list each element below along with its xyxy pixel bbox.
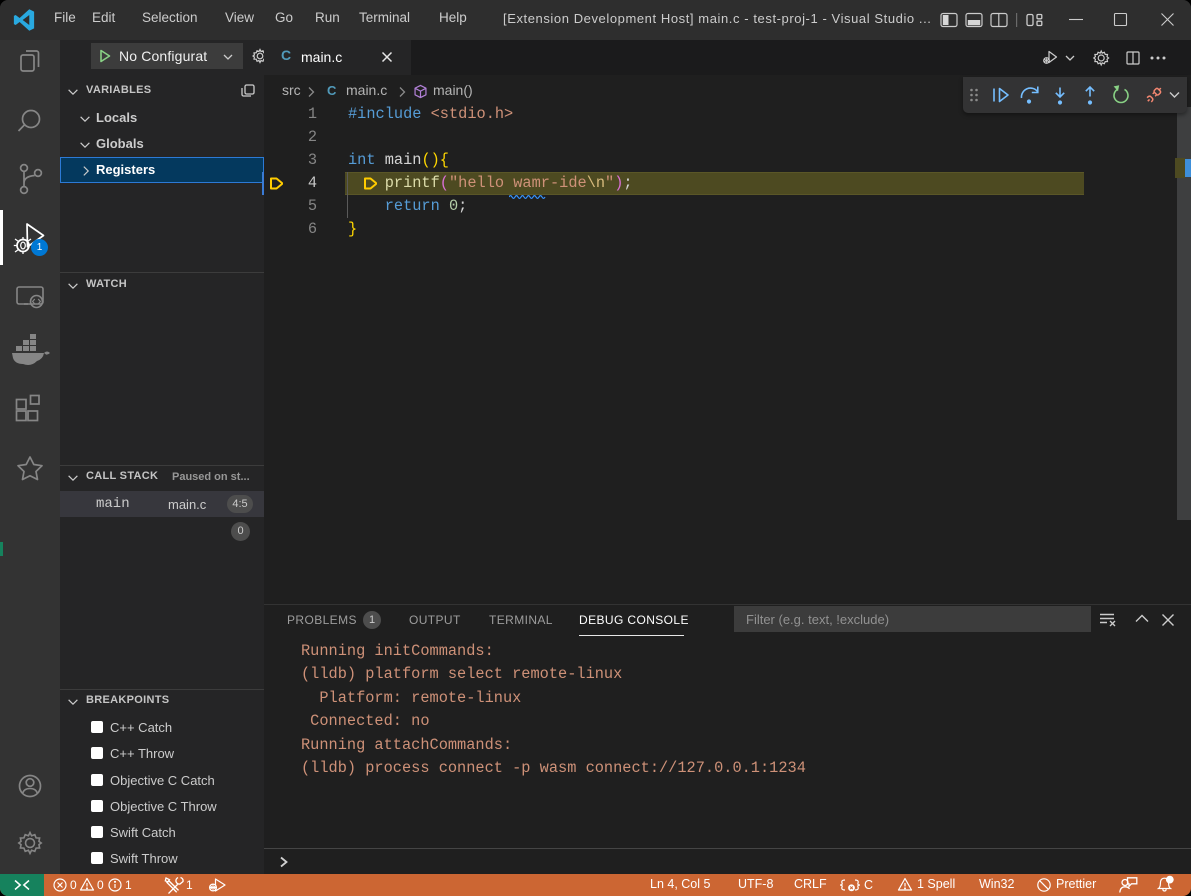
- svg-text:0: 0: [70, 878, 77, 892]
- svg-text:1: 1: [186, 878, 193, 892]
- svg-text:0: 0: [97, 878, 104, 892]
- svg-text:1: 1: [125, 878, 132, 892]
